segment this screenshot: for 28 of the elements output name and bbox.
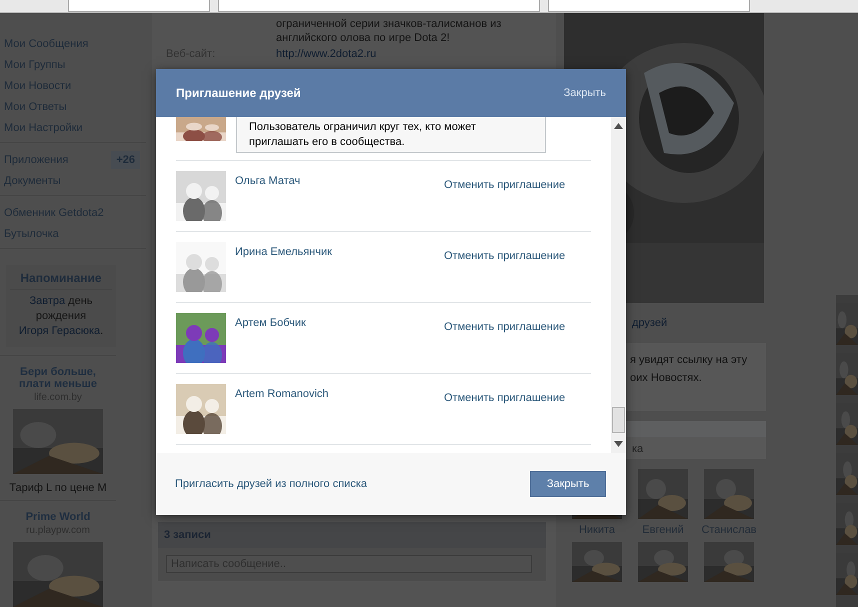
cancel-invite-link[interactable]: Отменить приглашение: [444, 321, 566, 333]
address-field[interactable]: [218, 0, 540, 12]
scroll-down-icon[interactable]: [614, 441, 623, 447]
friend-name[interactable]: Артем Бобчик: [235, 317, 435, 329]
dialog-title: Приглашение друзей: [176, 86, 301, 100]
friend-name[interactable]: Ирина Емельянчик: [235, 246, 435, 258]
cancel-invite-link[interactable]: Отменить приглашение: [444, 250, 566, 262]
restriction-notice: Пользователь ограничил круг тех, кто может приглашать его в сообщества.: [236, 117, 546, 153]
scrollbar[interactable]: [611, 117, 626, 453]
browser-tab[interactable]: [68, 0, 210, 12]
search-field[interactable]: [548, 0, 750, 12]
share-text: я увидят ссылку на эту: [630, 353, 748, 368]
friend-name[interactable]: Ольга Матач: [235, 175, 435, 187]
close-link[interactable]: Закрыть: [564, 87, 606, 99]
reminder-link[interactable]: Игоря Герасюка: [18, 325, 100, 337]
reminder-link[interactable]: Завтра: [29, 295, 66, 307]
share-text: оих Новостях.: [630, 371, 703, 386]
friends-link[interactable]: друзей: [632, 317, 668, 329]
scroll-up-icon[interactable]: [614, 123, 623, 129]
friend-name[interactable]: Artem Romanovich: [235, 388, 435, 400]
description-text: ограниченной серии значков-талисманов из английского олова по игре Dota 2!: [276, 17, 502, 45]
ad-caption: Тариф L по цене М: [9, 482, 107, 494]
invite-all-link[interactable]: Пригласить друзей из полного списка: [175, 478, 368, 490]
cancel-invite-link[interactable]: Отменить приглашение: [444, 179, 566, 191]
website-link[interactable]: http://www.2dota2.ru: [276, 47, 548, 61]
scrollbar-thumb[interactable]: [612, 407, 625, 433]
cancel-invite-link[interactable]: Отменить приглашение: [444, 392, 566, 404]
close-button[interactable]: Закрыть: [530, 471, 606, 497]
